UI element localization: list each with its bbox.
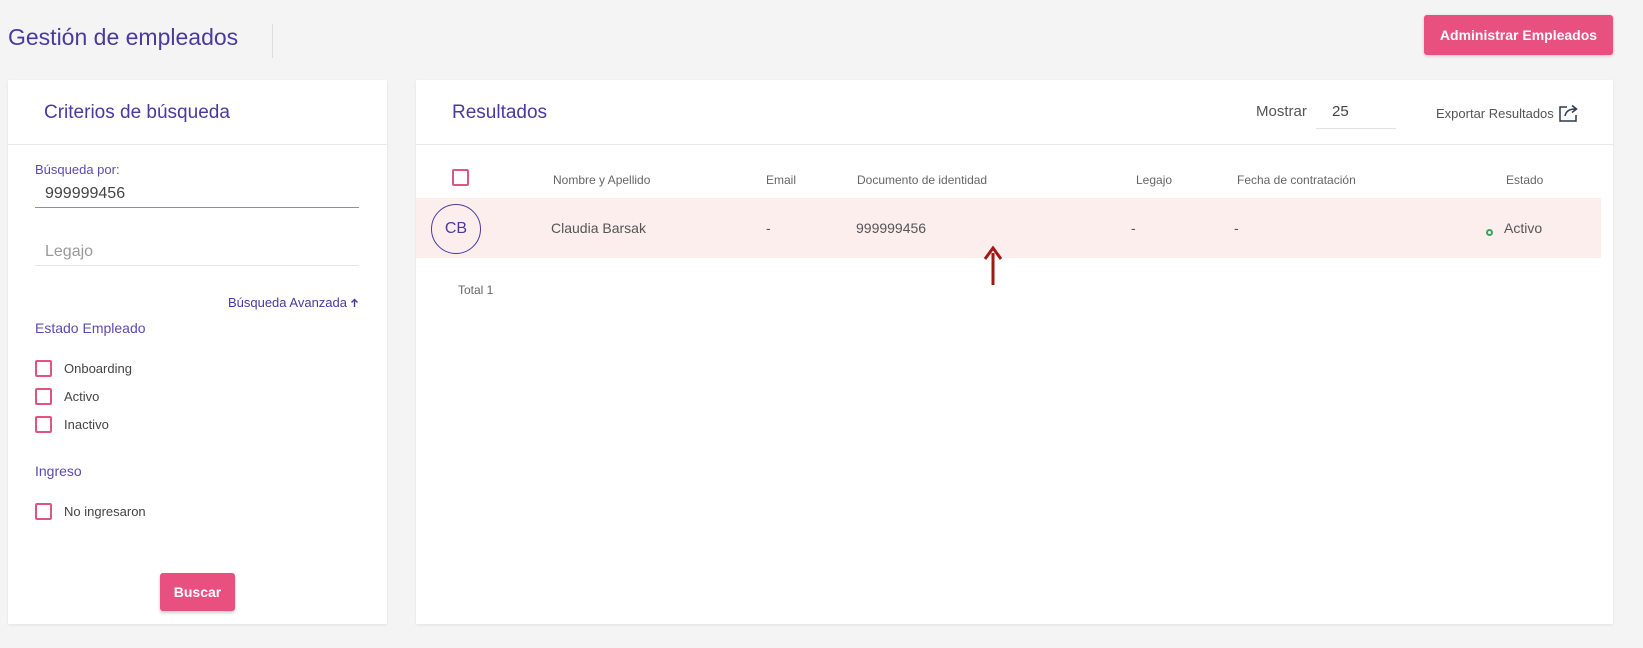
ingreso-option-no-ingresaron[interactable]: No ingresaron (35, 503, 146, 520)
column-header-hire-date[interactable]: Fecha de contratación (1237, 173, 1356, 187)
search-panel-title: Criterios de búsqueda (44, 102, 230, 123)
column-header-document[interactable]: Documento de identidad (857, 173, 987, 187)
page-title: Gestión de empleados (8, 24, 239, 50)
red-arrow-up-icon (983, 245, 1003, 285)
status-dot-icon (1486, 229, 1493, 236)
advanced-search-label: Búsqueda Avanzada (227, 295, 347, 310)
title-divider (272, 24, 273, 58)
column-header-status[interactable]: Estado (1506, 173, 1543, 187)
table-row[interactable]: CB Claudia Barsak - 999999456 - - Activo (416, 198, 1601, 258)
search-by-label: Búsqueda por: (35, 162, 120, 177)
show-label: Mostrar (1256, 103, 1307, 120)
column-header-email[interactable]: Email (766, 173, 796, 187)
advanced-search-link[interactable]: Búsqueda Avanzada (228, 295, 359, 310)
estado-option-onboarding[interactable]: Onboarding (35, 360, 132, 377)
column-header-legajo[interactable]: Legajo (1136, 173, 1172, 187)
search-criteria-panel: Criterios de búsqueda Búsqueda por: Búsq… (8, 80, 387, 624)
results-title: Resultados (452, 102, 548, 123)
checkbox[interactable] (35, 503, 52, 520)
estado-label: Estado Empleado (35, 320, 146, 336)
arrow-up-icon (351, 298, 358, 307)
cell-legajo: - (1131, 220, 1136, 236)
legajo-input[interactable] (35, 238, 359, 266)
cell-status: Activo (1504, 220, 1543, 236)
checkbox[interactable] (35, 360, 52, 377)
checkbox[interactable] (35, 388, 52, 405)
page-size-input[interactable] (1316, 95, 1396, 129)
cell-hire-date: - (1234, 220, 1239, 236)
cell-email: - (766, 220, 771, 236)
estado-option-inactivo[interactable]: Inactivo (35, 416, 109, 433)
search-panel-header: Criterios de búsqueda (8, 80, 387, 145)
cell-name: Claudia Barsak (551, 220, 646, 236)
export-results-link[interactable]: Exportar Resultados (1436, 103, 1580, 123)
results-panel: Resultados Mostrar Exportar Resultados N… (416, 80, 1613, 624)
checkbox-label: Onboarding (64, 361, 132, 376)
avatar: CB (431, 204, 481, 254)
cell-document: 999999456 (856, 220, 927, 236)
share-export-icon (1559, 104, 1578, 122)
checkbox-label: Inactivo (64, 417, 109, 432)
ingreso-label: Ingreso (35, 463, 82, 479)
search-input[interactable] (35, 180, 359, 208)
export-label: Exportar Resultados (1436, 105, 1554, 121)
select-all-checkbox[interactable] (452, 169, 469, 186)
column-header-name[interactable]: Nombre y Apellido (553, 173, 650, 187)
checkbox-label: Activo (64, 389, 100, 404)
results-panel-header: Resultados Mostrar Exportar Resultados (416, 80, 1613, 145)
checkbox[interactable] (35, 416, 52, 433)
estado-option-activo[interactable]: Activo (35, 388, 99, 405)
results-total: Total 1 (458, 283, 494, 297)
search-button[interactable]: Buscar (160, 573, 235, 611)
admin-employees-button[interactable]: Administrar Empleados (1424, 15, 1613, 55)
checkbox-label: No ingresaron (64, 504, 146, 519)
